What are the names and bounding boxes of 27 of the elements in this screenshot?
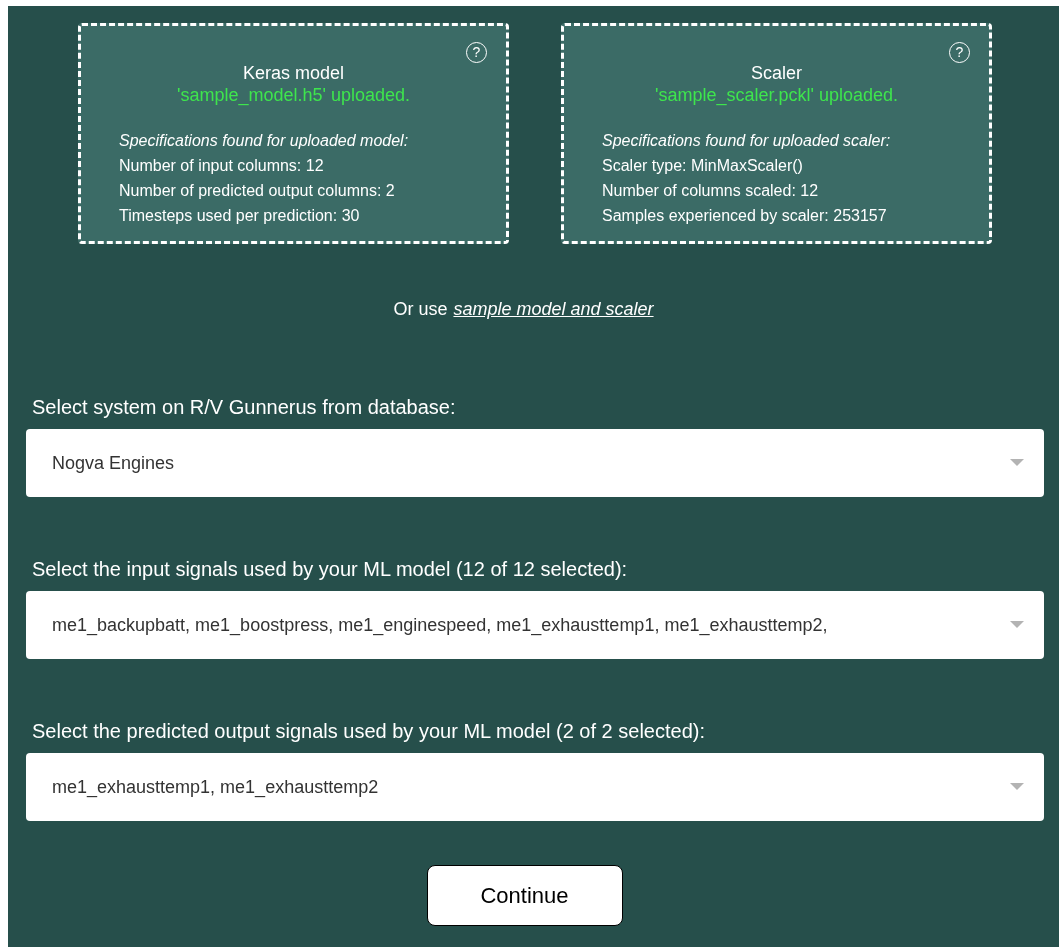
dropdown[interactable]: Nogva Engines bbox=[26, 429, 1044, 497]
dropdown-value: Nogva Engines bbox=[52, 451, 175, 475]
select-label: Select system on R/V Gunnerus from database: bbox=[32, 395, 457, 419]
spec-heading: Specifications found for uploaded scaler: bbox=[602, 131, 892, 151]
caret-icon bbox=[1010, 783, 1024, 791]
caret-icon bbox=[1010, 621, 1024, 629]
spec-line: Timesteps used per prediction: 30 bbox=[119, 206, 361, 226]
spec-line: Number of input columns: 12 bbox=[119, 156, 325, 176]
spec-heading: Specifications found for uploaded model: bbox=[119, 131, 410, 151]
dropdown-value: me1_exhausttemp1, me1_exhausttemp2 bbox=[52, 775, 379, 800]
caret-icon bbox=[1010, 459, 1024, 467]
spec-line: Scaler type: MinMaxScaler() bbox=[602, 156, 804, 176]
continue-button[interactable]: Continue bbox=[426, 865, 623, 926]
dropdown[interactable]: me1_exhausttemp1, me1_exhausttemp2 bbox=[26, 753, 1044, 821]
card-title: Scaler bbox=[750, 62, 803, 84]
select-label: Select the input signals used by your ML model (12 of 12 selected): bbox=[32, 557, 629, 581]
prompt-text: Or use bbox=[393, 298, 448, 321]
spec-line: Number of predicted output columns: 2 bbox=[119, 181, 396, 201]
sample-link[interactable]: sample model and scaler bbox=[453, 296, 654, 323]
upload-status: 'sample_scaler.pckl' uploaded. bbox=[654, 84, 899, 106]
upload-status: 'sample_model.h5' uploaded. bbox=[175, 84, 411, 106]
dropdown[interactable]: me1_backupbatt, me1_boostpress, me1_enginespeed, me1_exhausttemp1, me1_exhausttemp2, bbox=[26, 591, 1044, 659]
dropdown-value: me1_backupbatt, me1_boostpress, me1_enginespeed, me1_exhausttemp1, me1_exhausttemp2, bbox=[52, 613, 828, 638]
spec-line: Samples experienced by scaler: 253157 bbox=[602, 206, 888, 226]
card-title: Keras model bbox=[241, 62, 346, 84]
spec-line: Number of columns scaled: 12 bbox=[602, 181, 820, 201]
select-label: Select the predicted output signals used by your ML model (2 of 2 selected): bbox=[32, 719, 706, 743]
